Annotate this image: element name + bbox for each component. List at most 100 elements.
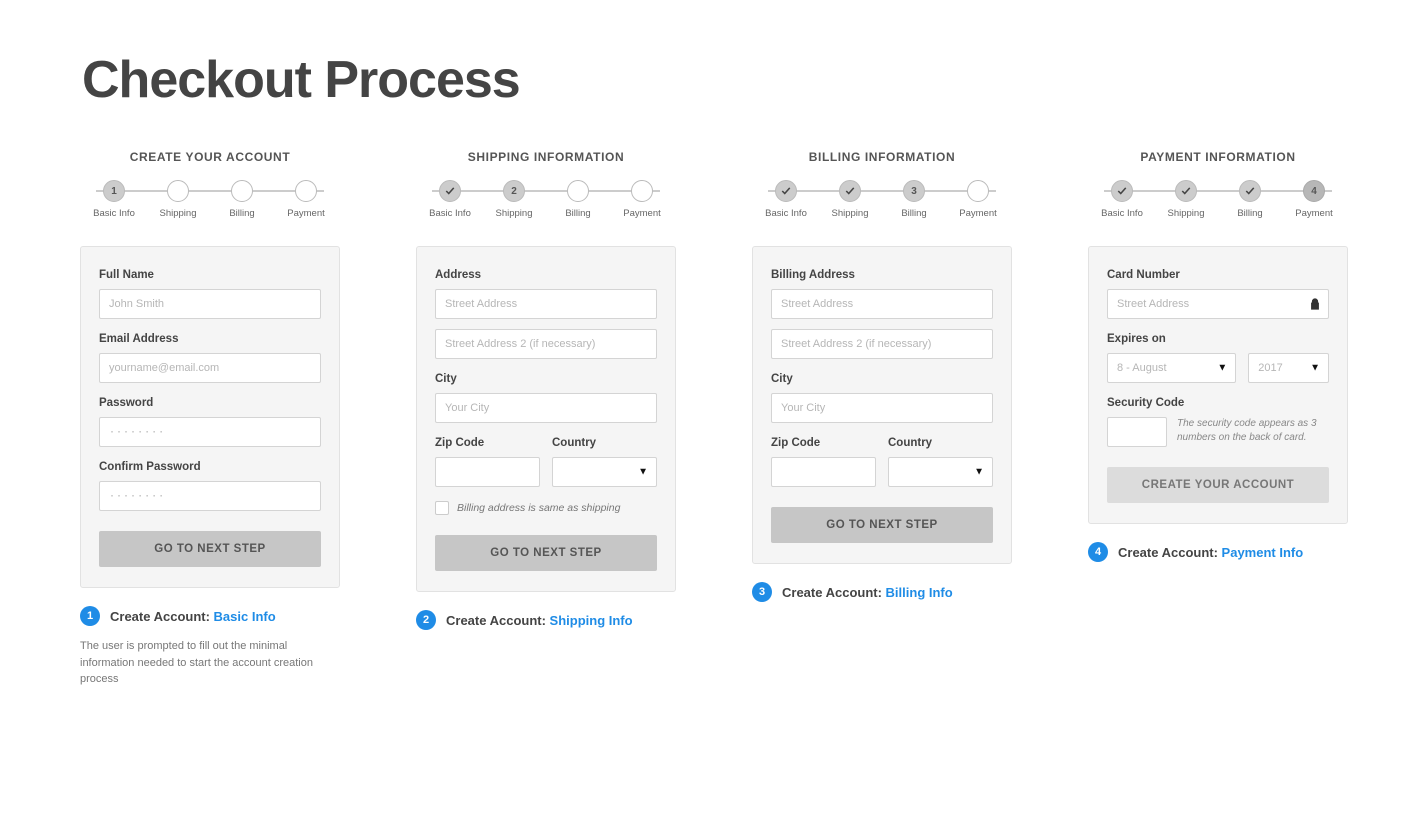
- address-label: Address: [435, 269, 657, 281]
- panels-row: CREATE YOUR ACCOUNT 1 Basic Info Shippin…: [80, 150, 1348, 688]
- panel-billing: BILLING INFORMATION Basic Info Shipping …: [752, 150, 1012, 688]
- billing-address-input-1[interactable]: [771, 289, 993, 319]
- step-basic-info: Basic Info: [754, 180, 818, 219]
- step-label: Payment: [1295, 208, 1333, 219]
- step-payment: Payment: [610, 180, 674, 219]
- step-shipping: 2 Shipping: [482, 180, 546, 219]
- step-label: Billing: [901, 208, 926, 219]
- form-card: Full Name Email Address Password Confirm…: [80, 246, 340, 588]
- full-name-input[interactable]: [99, 289, 321, 319]
- caption-badge: 1: [80, 606, 100, 626]
- address-input-2[interactable]: [435, 329, 657, 359]
- panel-caption: 3 Create Account: Billing Info: [752, 582, 1012, 602]
- caption-prefix: Create Account:: [446, 613, 550, 628]
- card-number-label: Card Number: [1107, 269, 1329, 281]
- check-icon: [1239, 180, 1261, 202]
- step-circle-3: [231, 180, 253, 202]
- expiry-month-select[interactable]: [1107, 353, 1236, 383]
- step-label: Shipping: [160, 208, 197, 219]
- step-payment: Payment: [946, 180, 1010, 219]
- caption-badge: 3: [752, 582, 772, 602]
- panel-caption: 2 Create Account: Shipping Info: [416, 610, 676, 630]
- step-label: Basic Info: [1101, 208, 1143, 219]
- step-payment: 4 Payment: [1282, 180, 1346, 219]
- step-label: Billing: [1237, 208, 1262, 219]
- security-code-input[interactable]: [1107, 417, 1167, 447]
- caption-prefix: Create Account:: [110, 609, 214, 624]
- next-step-button[interactable]: GO TO NEXT STEP: [99, 531, 321, 567]
- full-name-label: Full Name: [99, 269, 321, 281]
- step-shipping: Shipping: [818, 180, 882, 219]
- step-circle-4: 4: [1303, 180, 1325, 202]
- caption-link: Billing Info: [886, 585, 953, 600]
- step-label: Basic Info: [93, 208, 135, 219]
- caption-link: Basic Info: [214, 609, 276, 624]
- panel-caption: 1 Create Account: Basic Info: [80, 606, 340, 626]
- step-payment: Payment: [274, 180, 338, 219]
- zip-input[interactable]: [435, 457, 540, 487]
- address-input-1[interactable]: [435, 289, 657, 319]
- city-label: City: [771, 373, 993, 385]
- panel-description: The user is prompted to fill out the min…: [80, 638, 340, 688]
- country-label: Country: [888, 437, 993, 449]
- step-circle-1: 1: [103, 180, 125, 202]
- country-select[interactable]: [888, 457, 993, 487]
- caption-link: Payment Info: [1222, 545, 1304, 560]
- step-label: Shipping: [832, 208, 869, 219]
- check-icon: [1175, 180, 1197, 202]
- card-number-input[interactable]: [1107, 289, 1329, 319]
- country-select[interactable]: [552, 457, 657, 487]
- confirm-password-input[interactable]: [99, 481, 321, 511]
- panel-title: BILLING INFORMATION: [752, 150, 1012, 164]
- step-circle-2: 2: [503, 180, 525, 202]
- password-input[interactable]: [99, 417, 321, 447]
- step-label: Shipping: [496, 208, 533, 219]
- panel-basic-info: CREATE YOUR ACCOUNT 1 Basic Info Shippin…: [80, 150, 340, 688]
- progress-stepper: 1 Basic Info Shipping Billing Payment: [82, 180, 338, 224]
- same-as-shipping-label: Billing address is same as shipping: [457, 502, 620, 514]
- billing-address-input-2[interactable]: [771, 329, 993, 359]
- step-billing: Billing: [210, 180, 274, 219]
- step-billing: Billing: [1218, 180, 1282, 219]
- billing-address-label: Billing Address: [771, 269, 993, 281]
- step-label: Billing: [565, 208, 590, 219]
- form-card: Card Number Expires on ▼: [1088, 246, 1348, 524]
- progress-stepper: Basic Info Shipping Billing 4 Payment: [1090, 180, 1346, 224]
- check-icon: [439, 180, 461, 202]
- next-step-button[interactable]: GO TO NEXT STEP: [771, 507, 993, 543]
- form-card: Address City Zip Code Country ▼: [416, 246, 676, 592]
- create-account-button[interactable]: CREATE YOUR ACCOUNT: [1107, 467, 1329, 503]
- city-input[interactable]: [771, 393, 993, 423]
- panel-shipping: SHIPPING INFORMATION Basic Info 2 Shippi…: [416, 150, 676, 688]
- city-label: City: [435, 373, 657, 385]
- panel-title: SHIPPING INFORMATION: [416, 150, 676, 164]
- step-circle-3: [567, 180, 589, 202]
- security-code-hint: The security code appears as 3 numbers o…: [1167, 417, 1329, 445]
- caption-prefix: Create Account:: [1118, 545, 1222, 560]
- step-label: Basic Info: [429, 208, 471, 219]
- email-input[interactable]: [99, 353, 321, 383]
- check-icon: [1111, 180, 1133, 202]
- panel-caption: 4 Create Account: Payment Info: [1088, 542, 1348, 562]
- panel-title: CREATE YOUR ACCOUNT: [80, 150, 340, 164]
- check-icon: [775, 180, 797, 202]
- step-label: Basic Info: [765, 208, 807, 219]
- caption-badge: 4: [1088, 542, 1108, 562]
- step-billing: Billing: [546, 180, 610, 219]
- panel-title: PAYMENT INFORMATION: [1088, 150, 1348, 164]
- caption-link: Shipping Info: [550, 613, 633, 628]
- step-shipping: Shipping: [146, 180, 210, 219]
- progress-stepper: Basic Info 2 Shipping Billing Payment: [418, 180, 674, 224]
- zip-input[interactable]: [771, 457, 876, 487]
- step-label: Shipping: [1168, 208, 1205, 219]
- step-circle-3: 3: [903, 180, 925, 202]
- same-as-shipping-checkbox[interactable]: [435, 501, 449, 515]
- step-label: Payment: [959, 208, 997, 219]
- city-input[interactable]: [435, 393, 657, 423]
- step-basic-info: 1 Basic Info: [82, 180, 146, 219]
- step-label: Billing: [229, 208, 254, 219]
- next-step-button[interactable]: GO TO NEXT STEP: [435, 535, 657, 571]
- expiry-year-select[interactable]: [1248, 353, 1329, 383]
- check-icon: [839, 180, 861, 202]
- step-basic-info: Basic Info: [418, 180, 482, 219]
